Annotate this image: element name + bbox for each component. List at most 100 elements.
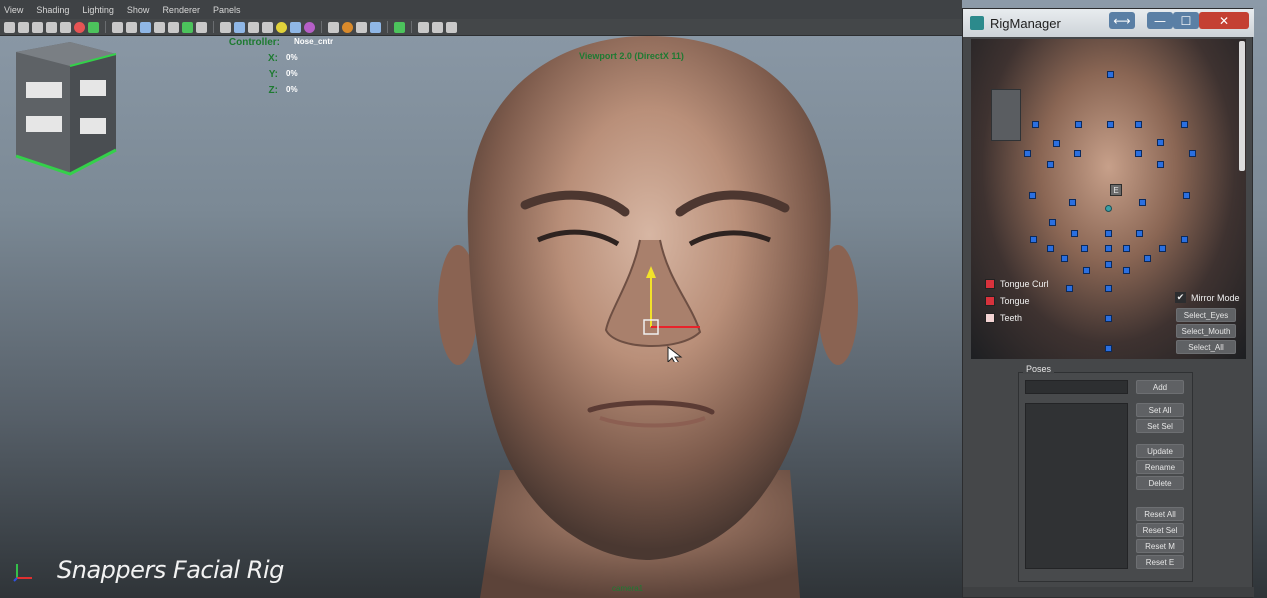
camera-attributes-icon[interactable] [18, 21, 29, 33]
menu-view[interactable]: View [4, 5, 23, 15]
control-point[interactable] [1107, 121, 1114, 128]
shadows-icon[interactable] [290, 21, 301, 33]
swatch-tongue-curl[interactable]: Tongue Curl [985, 279, 1049, 289]
control-point[interactable] [1123, 267, 1130, 274]
wireframe-icon[interactable] [220, 21, 231, 33]
menu-show[interactable]: Show [127, 5, 150, 15]
control-point[interactable] [1181, 121, 1188, 128]
textured-icon[interactable] [262, 21, 273, 33]
reset-sel-button[interactable]: Reset Sel [1136, 523, 1184, 537]
translate-manipulator-icon[interactable] [630, 262, 700, 362]
control-point[interactable] [1105, 205, 1112, 212]
grid-toggle-icon[interactable] [88, 21, 99, 33]
bookmark-icon[interactable] [32, 21, 43, 33]
preview-scrollbar[interactable] [1239, 41, 1245, 171]
depth-of-field-icon[interactable] [356, 21, 367, 33]
control-point[interactable] [1157, 139, 1164, 146]
select-mouth-button[interactable]: Select_Mouth [1176, 324, 1236, 338]
move-button[interactable]: ⟷ [1109, 12, 1135, 29]
menu-panels[interactable]: Panels [213, 5, 241, 15]
safe-title-icon[interactable] [182, 21, 193, 33]
control-point[interactable] [1083, 267, 1090, 274]
control-point[interactable] [1139, 199, 1146, 206]
control-point[interactable] [1183, 192, 1190, 199]
control-point[interactable] [1074, 150, 1081, 157]
control-point[interactable] [1136, 230, 1143, 237]
close-button[interactable]: ✕ [1199, 12, 1249, 29]
maximize-button[interactable]: ☐ [1173, 12, 1199, 29]
control-point[interactable] [1053, 140, 1060, 147]
minimize-button[interactable]: — [1147, 12, 1173, 29]
tongue-curl-swatch[interactable] [985, 279, 995, 289]
lights-icon[interactable] [276, 21, 287, 33]
control-point[interactable] [1144, 255, 1151, 262]
control-point[interactable] [1032, 121, 1039, 128]
control-point[interactable] [1081, 245, 1088, 252]
safe-action-icon[interactable] [168, 21, 179, 33]
pose-list[interactable] [1025, 403, 1128, 569]
field-chart-icon[interactable] [154, 21, 165, 33]
xray-components-icon[interactable] [432, 21, 443, 33]
swatch-tongue[interactable]: Tongue [985, 296, 1030, 306]
control-point[interactable] [1135, 121, 1142, 128]
mirror-mode-toggle[interactable]: ✔ Mirror Mode [1175, 292, 1240, 303]
control-point[interactable] [1069, 199, 1076, 206]
screen-space-ao-icon[interactable] [304, 21, 315, 33]
menu-shading[interactable]: Shading [36, 5, 69, 15]
control-point[interactable] [1105, 245, 1112, 252]
set-all-button[interactable]: Set All [1136, 403, 1184, 417]
control-point[interactable] [1189, 150, 1196, 157]
control-point[interactable] [1135, 150, 1142, 157]
update-button[interactable]: Update [1136, 444, 1184, 458]
teeth-swatch[interactable] [985, 313, 995, 323]
control-point[interactable] [1105, 315, 1112, 322]
control-point[interactable] [1024, 150, 1031, 157]
grease-pencil-icon[interactable] [74, 21, 85, 33]
reset-m-button[interactable]: Reset M [1136, 539, 1184, 553]
smooth-shade-icon[interactable] [234, 21, 245, 33]
control-point[interactable] [1105, 230, 1112, 237]
motion-blur-icon[interactable] [328, 21, 339, 33]
share-icon[interactable] [446, 21, 457, 33]
xray-joints-icon[interactable] [418, 21, 429, 33]
control-point[interactable] [1159, 245, 1166, 252]
control-point[interactable] [1047, 161, 1054, 168]
mirror-mode-checkbox[interactable]: ✔ [1175, 292, 1186, 303]
isolate-select-icon[interactable] [370, 21, 381, 33]
delete-button[interactable]: Delete [1136, 476, 1184, 490]
film-gate-icon[interactable] [112, 21, 123, 33]
rigmanager-titlebar[interactable]: RigManager ⟷ — ☐ ✕ [963, 9, 1254, 37]
set-sel-button[interactable]: Set Sel [1136, 419, 1184, 433]
rename-button[interactable]: Rename [1136, 460, 1184, 474]
control-point[interactable] [1123, 245, 1130, 252]
select-all-button[interactable]: Select_All [1176, 340, 1236, 354]
add-pose-button[interactable]: Add [1136, 380, 1184, 394]
control-point[interactable] [1029, 192, 1036, 199]
e-marker[interactable]: E [1110, 184, 1122, 196]
control-point[interactable] [1071, 230, 1078, 237]
control-point[interactable] [1157, 161, 1164, 168]
xray-icon[interactable] [394, 21, 405, 33]
control-point[interactable] [1105, 345, 1112, 352]
control-point[interactable] [1061, 255, 1068, 262]
hud-toggle-icon[interactable] [196, 21, 207, 33]
menu-lighting[interactable]: Lighting [82, 5, 114, 15]
multisample-aa-icon[interactable] [342, 21, 353, 33]
2d-pan-zoom-icon[interactable] [60, 21, 71, 33]
control-point[interactable] [1030, 236, 1037, 243]
resolution-gate-icon[interactable] [126, 21, 137, 33]
gate-mask-icon[interactable] [140, 21, 151, 33]
reset-e-button[interactable]: Reset E [1136, 555, 1184, 569]
tongue-swatch[interactable] [985, 296, 995, 306]
control-point[interactable] [1107, 71, 1114, 78]
swatch-teeth[interactable]: Teeth [985, 313, 1022, 323]
control-point[interactable] [1105, 261, 1112, 268]
image-plane-icon[interactable] [46, 21, 57, 33]
control-point[interactable] [1049, 219, 1056, 226]
control-point[interactable] [1105, 285, 1112, 292]
camera-select-icon[interactable] [4, 21, 15, 33]
control-point[interactable] [1066, 285, 1073, 292]
reset-all-button[interactable]: Reset All [1136, 507, 1184, 521]
control-point[interactable] [1075, 121, 1082, 128]
select-eyes-button[interactable]: Select_Eyes [1176, 308, 1236, 322]
